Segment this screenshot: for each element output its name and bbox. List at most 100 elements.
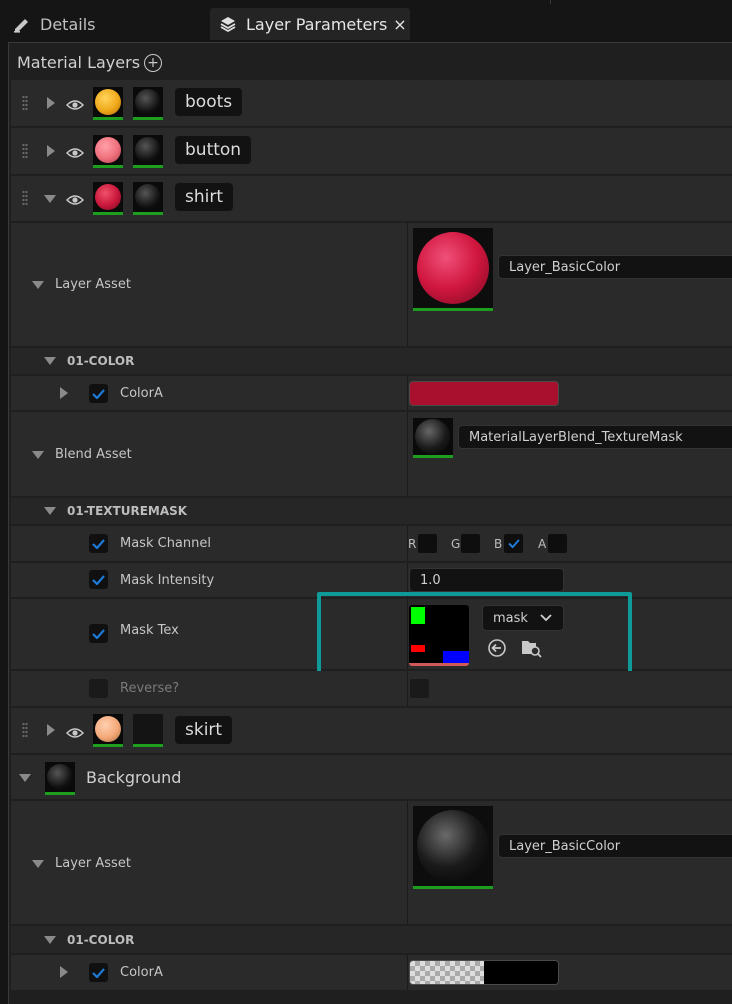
layer-asset-thumbnail[interactable] [413, 228, 493, 311]
tab-bar: Details Layer Parameters × [0, 0, 732, 42]
tab-details[interactable]: Details [12, 8, 202, 40]
blend-thumbnail-skirt[interactable] [133, 714, 163, 747]
channel-g-label: G [451, 537, 461, 551]
background-colorA-checkbox[interactable] [89, 963, 108, 982]
channel-g-checkbox[interactable] [461, 534, 480, 553]
background-sphere [47, 764, 73, 790]
tab-details-label: Details [40, 14, 96, 34]
layer-thumbnail-skirt[interactable] [93, 714, 123, 747]
channel-r-checkbox[interactable] [418, 534, 437, 553]
expand-arrow-icon[interactable] [47, 145, 55, 157]
texmask-section-label: 01-TEXTUREMASK [67, 504, 188, 518]
highlight-box [317, 592, 632, 680]
reverse-label: Reverse? [120, 681, 180, 696]
drag-handle-icon[interactable] [22, 722, 28, 738]
channel-b-label: B [494, 537, 503, 551]
collapse-arrow-icon[interactable] [44, 507, 56, 515]
divider [550, 0, 551, 4]
column-divider [407, 955, 408, 990]
expand-arrow-icon[interactable] [47, 97, 55, 109]
drag-handle-icon[interactable] [22, 190, 28, 206]
mask-tex-checkbox[interactable] [89, 624, 108, 643]
drag-handle-icon[interactable] [22, 95, 28, 111]
layer-asset-label: Layer Asset [55, 277, 131, 292]
blend-thumbnail-button[interactable] [133, 135, 163, 168]
layer-sphere [95, 184, 121, 210]
collapse-arrow-icon[interactable] [19, 774, 31, 782]
background-layer-asset-field[interactable]: Layer_BasicColor [498, 834, 732, 858]
layer-asset-field[interactable]: Layer_BasicColor [498, 255, 732, 279]
colorA-swatch[interactable] [409, 381, 559, 406]
expand-arrow-icon[interactable] [60, 387, 68, 399]
mask-channel-checkbox[interactable] [89, 534, 108, 553]
layer-thumbnail-button[interactable] [93, 135, 123, 168]
material-layers-title: Material Layers [17, 53, 141, 72]
blend-sphere [135, 184, 161, 210]
colorA-label: ColorA [120, 386, 163, 401]
color-section-label: 01-COLOR [67, 354, 135, 368]
blend-thumbnail-boots[interactable] [133, 87, 163, 120]
asset-sphere [417, 232, 489, 304]
layer-sphere [95, 137, 121, 163]
collapse-arrow-icon[interactable] [32, 451, 44, 459]
collapse-arrow-icon[interactable] [44, 195, 56, 203]
expand-arrow-icon[interactable] [60, 966, 68, 978]
blend-asset-label: Blend Asset [55, 447, 132, 462]
layer-name-button[interactable]: button [175, 136, 252, 164]
reverse-checkbox[interactable] [89, 679, 108, 698]
layer-thumbnail-shirt[interactable] [93, 182, 123, 215]
background-label: Background [86, 768, 182, 787]
layer-sphere [95, 716, 121, 742]
asset-sphere [417, 810, 489, 882]
close-icon[interactable]: × [393, 15, 406, 34]
column-divider [407, 376, 408, 410]
mask-intensity-checkbox[interactable] [89, 570, 108, 589]
column-divider [407, 671, 408, 706]
blend-sphere [135, 137, 161, 163]
layer-thumbnail-boots[interactable] [93, 87, 123, 120]
column-divider [407, 223, 408, 346]
reverse-value-checkbox[interactable] [410, 679, 429, 698]
layer-name-shirt[interactable]: shirt [175, 183, 234, 211]
pencil-icon [12, 14, 32, 34]
background-color-section-label: 01-COLOR [67, 933, 135, 947]
collapse-arrow-icon[interactable] [32, 860, 44, 868]
layer-name-boots[interactable]: boots [175, 88, 243, 116]
mask-tex-label: Mask Tex [120, 623, 179, 638]
background-layer-asset-thumbnail[interactable] [413, 806, 493, 889]
tab-layer-parameters-label: Layer Parameters [246, 14, 388, 34]
mask-intensity-field[interactable]: 1.0 [409, 568, 564, 592]
drag-handle-icon[interactable] [22, 143, 28, 159]
asset-sphere [415, 419, 450, 454]
eye-icon[interactable] [65, 191, 85, 210]
background-layer-asset-label: Layer Asset [55, 856, 131, 871]
collapse-arrow-icon[interactable] [32, 281, 44, 289]
layers-icon [218, 14, 238, 34]
column-divider [407, 801, 408, 924]
eye-icon[interactable] [65, 96, 85, 115]
background-thumbnail[interactable] [45, 762, 75, 795]
layer-name-skirt[interactable]: skirt [175, 716, 233, 744]
channel-a-label: A [538, 537, 547, 551]
background-colorA-swatch[interactable] [409, 960, 559, 985]
column-divider [407, 412, 408, 496]
layer-sphere [95, 89, 121, 115]
blend-asset-field[interactable]: MaterialLayerBlend_TextureMask [458, 425, 732, 449]
add-circle-icon[interactable]: + [144, 54, 162, 72]
blend-sphere [135, 89, 161, 115]
eye-icon[interactable] [65, 724, 85, 743]
collapse-arrow-icon[interactable] [44, 357, 56, 365]
tab-layer-parameters[interactable]: Layer Parameters × [210, 8, 410, 40]
mask-intensity-label: Mask Intensity [120, 573, 215, 588]
collapse-arrow-icon[interactable] [44, 936, 56, 944]
color-black [484, 961, 558, 984]
background-colorA-label: ColorA [120, 965, 163, 980]
blend-thumbnail-shirt[interactable] [133, 182, 163, 215]
colorA-checkbox[interactable] [89, 384, 108, 403]
channel-b-checkbox[interactable] [504, 534, 523, 553]
eye-icon[interactable] [65, 144, 85, 163]
blend-asset-thumbnail[interactable] [413, 418, 453, 458]
channel-a-checkbox[interactable] [548, 534, 567, 553]
expand-arrow-icon[interactable] [47, 724, 55, 736]
channel-r-label: R [408, 537, 417, 551]
